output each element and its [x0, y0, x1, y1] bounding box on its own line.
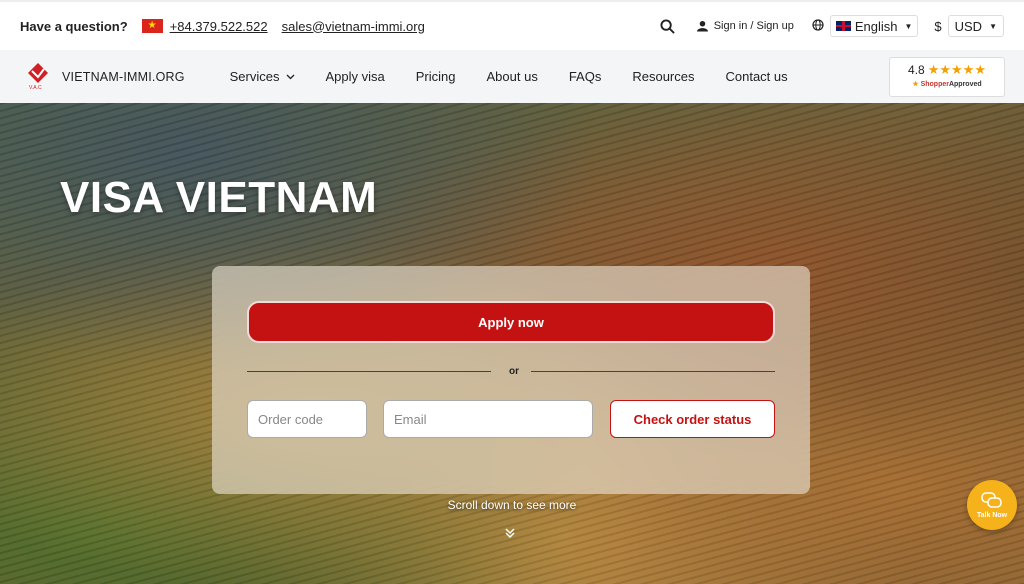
language-value: English [854, 18, 898, 34]
check-order-status-button[interactable]: Check order status [610, 400, 775, 438]
nav-contact-us[interactable]: Contact us [725, 69, 787, 84]
shopper-approved-logo: ★ ShopperApproved [912, 81, 982, 88]
logo-icon: V.A.C [26, 61, 50, 93]
vietnam-flag-icon [141, 19, 163, 33]
hero-section: VISA VIETNAM Apply now or Order code Ema… [0, 103, 1024, 584]
provider-name-b: Approved [948, 81, 982, 88]
top-bar: Have a question? +84.379.522.522 sales@v… [0, 0, 1024, 50]
scroll-hint: Scroll down to see more [447, 498, 577, 512]
logo-caption: V.A.C [29, 84, 42, 91]
apply-now-button[interactable]: Apply now [247, 301, 775, 343]
double-chevron-down-icon[interactable] [504, 526, 516, 544]
nav-services[interactable]: Services [230, 69, 295, 84]
apply-panel: Apply now or Order code Email Check orde… [212, 266, 810, 494]
signin-link[interactable]: Sign in / Sign up [696, 20, 794, 32]
nav-services-label: Services [229, 69, 280, 84]
uk-flag-icon [835, 21, 851, 31]
order-code-input[interactable]: Order code [247, 400, 367, 438]
email-link[interactable]: sales@vietnam-immi.org [282, 19, 425, 34]
provider-name-a: Shopper [920, 81, 949, 88]
brand-name: VIETNAM-IMMI.ORG [62, 69, 185, 84]
talk-now-chat-button[interactable]: Talk Now [967, 480, 1017, 530]
or-divider: or [247, 364, 775, 378]
email-input[interactable]: Email [383, 400, 593, 438]
divider-line [531, 370, 775, 372]
user-icon [696, 20, 708, 32]
nav-pricing[interactable]: Pricing [416, 69, 456, 84]
phone-link[interactable]: +84.379.522.522 [170, 19, 268, 34]
nav-about-us[interactable]: About us [487, 69, 538, 84]
talk-now-label: Talk Now [976, 511, 1008, 519]
rating-score: 4.8 [908, 63, 925, 77]
signin-label: Sign in / Sign up [713, 20, 794, 32]
divider-line [247, 370, 491, 372]
language-select[interactable]: English ▼ [829, 15, 919, 37]
contact-question: Have a question? [20, 18, 128, 34]
hero-title: VISA VIETNAM [60, 173, 378, 222]
star-rating-icons: ★★★★★ [927, 62, 986, 77]
search-icon[interactable] [660, 18, 675, 34]
caret-down-icon: ▼ [989, 21, 997, 31]
nav-apply-visa[interactable]: Apply visa [326, 69, 385, 84]
currency-value: USD [954, 18, 983, 34]
nav-faqs[interactable]: FAQs [569, 69, 602, 84]
nav-resources[interactable]: Resources [632, 69, 694, 84]
or-label: or [509, 365, 519, 377]
chat-bubbles-icon [981, 491, 1002, 508]
chevron-down-icon [286, 74, 294, 79]
currency-symbol: $ [934, 18, 942, 34]
shopper-approved-badge[interactable]: 4.8 ★★★★★ ★ ShopperApproved [889, 57, 1005, 97]
main-navigation: V.A.C VIETNAM-IMMI.ORG Services Apply vi… [0, 50, 1024, 103]
currency-select[interactable]: USD ▼ [947, 15, 1004, 37]
globe-icon [812, 18, 824, 34]
site-logo[interactable]: V.A.C VIETNAM-IMMI.ORG [26, 61, 185, 93]
caret-down-icon: ▼ [904, 21, 913, 31]
